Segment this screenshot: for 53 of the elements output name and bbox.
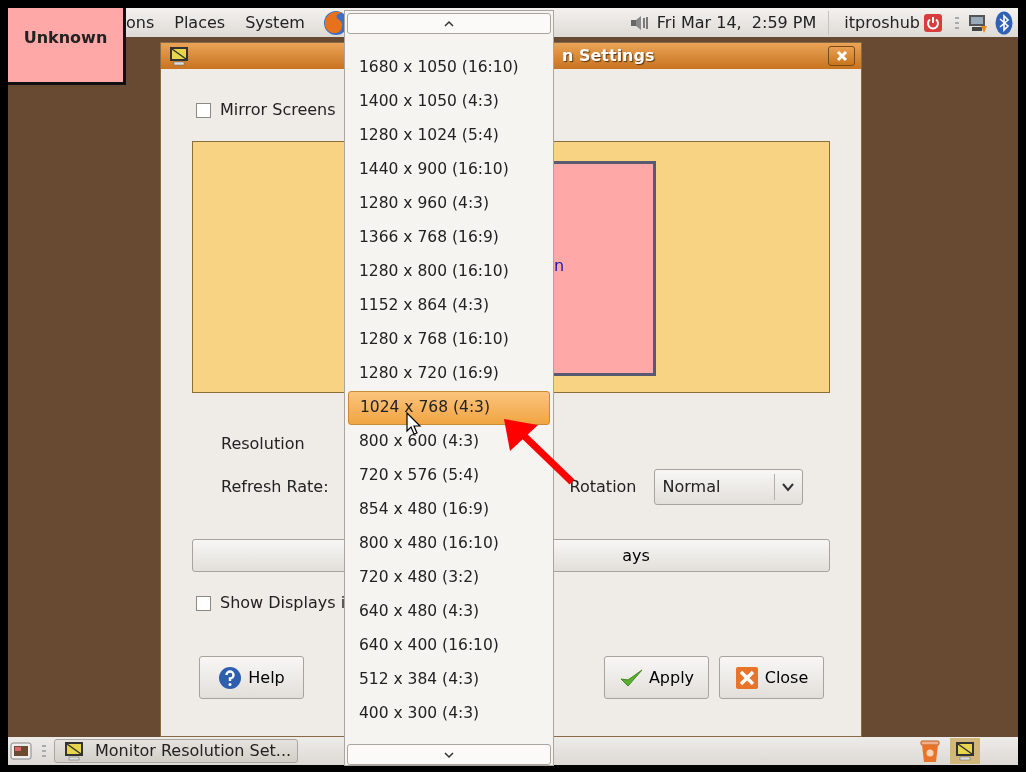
handle-icon[interactable] (42, 745, 46, 757)
checkbox-label[interactable]: Show Displays i (220, 591, 346, 615)
chevron-down-icon (781, 482, 795, 492)
checkbox-label[interactable]: Mirror Screens (220, 98, 336, 122)
chevron-up-icon (443, 19, 455, 28)
cursor-icon (406, 412, 422, 436)
close-icon (734, 665, 759, 690)
menu-item[interactable]: 800 x 600 (4:3) (348, 425, 550, 459)
close-button[interactable]: Close (719, 656, 824, 699)
taskbar-button[interactable]: Monitor Resolution Set... (54, 739, 298, 763)
menu-item[interactable]: 800 x 480 (16:10) (348, 527, 550, 561)
trash-icon[interactable] (918, 739, 942, 763)
close-icon (835, 50, 848, 62)
menu-item[interactable]: ons (126, 10, 155, 35)
close-button[interactable] (828, 46, 855, 66)
menu-item[interactable]: 1680 x 1050 (16:10) (348, 51, 550, 85)
menu-item[interactable]: Places (174, 10, 226, 35)
power-icon[interactable] (923, 12, 943, 33)
field-label: Rotation (569, 476, 637, 498)
bluetooth-icon[interactable] (995, 10, 1013, 35)
rotation-dropdown[interactable]: Normal (653, 469, 803, 505)
menu-item[interactable]: 640 x 480 (4:3) (348, 595, 550, 629)
clock[interactable]: Fri Mar 14, 2:59 PM (656, 10, 830, 35)
menu-item[interactable]: 720 x 576 (5:4) (348, 459, 550, 493)
menu-item[interactable]: 1400 x 1050 (4:3) (348, 85, 550, 119)
menu-item[interactable]: 512 x 384 (4:3) (348, 663, 550, 697)
user-name[interactable]: itproshub (844, 10, 920, 35)
monitor-label: n (554, 255, 565, 277)
checkbox[interactable] (196, 595, 211, 611)
menu-item[interactable]: 720 x 480 (3:2) (348, 561, 550, 595)
display-label: Unknown (8, 8, 126, 85)
menu-item[interactable]: System (245, 10, 305, 35)
field-label: Refresh Rate: (221, 476, 329, 498)
apply-button[interactable]: Apply (604, 656, 709, 699)
menu-item[interactable]: 1024 x 768 (4:3) (348, 391, 550, 425)
menu-item[interactable]: 400 x 300 (4:3) (348, 697, 550, 731)
menu-item[interactable]: 640 x 400 (16:10) (348, 629, 550, 663)
checkbox[interactable] (196, 102, 211, 118)
show-desktop-icon[interactable] (10, 740, 32, 762)
chevron-down-icon (443, 750, 455, 759)
field-label: Resolution (221, 434, 305, 453)
monitor-icon (63, 740, 85, 762)
menu-item[interactable]: 854 x 480 (16:9) (348, 493, 550, 527)
volume-icon[interactable] (629, 14, 650, 31)
help-button[interactable]: Help (199, 656, 304, 699)
window-title: n Settings (562, 45, 655, 67)
handle-icon[interactable] (955, 16, 959, 29)
scroll-up-button[interactable] (347, 13, 551, 34)
monitor-icon (168, 45, 190, 67)
menu-item[interactable]: 1280 x 1024 (5:4) (348, 119, 550, 153)
monitor-icon[interactable] (950, 738, 980, 764)
help-icon (218, 665, 243, 690)
scroll-down-button[interactable] (347, 744, 551, 765)
